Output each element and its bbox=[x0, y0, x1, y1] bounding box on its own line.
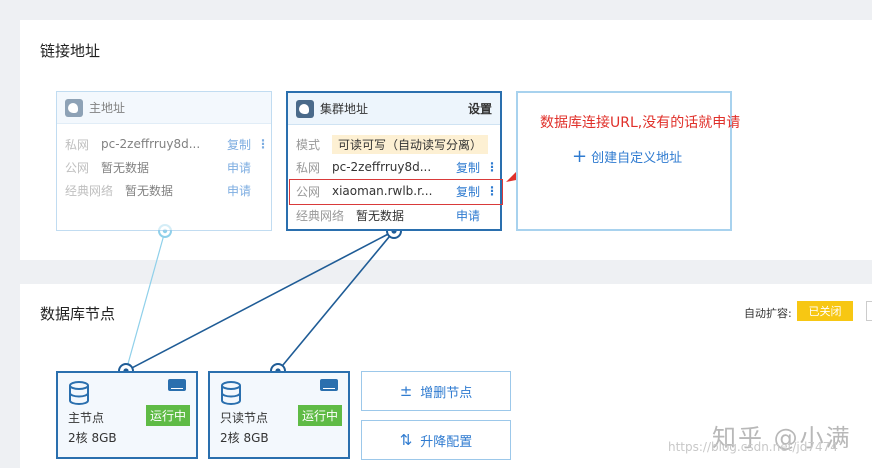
settings-link[interactable]: 设置 bbox=[468, 100, 492, 117]
cluster-card-header: 集群地址 设置 bbox=[288, 93, 500, 125]
primary-private-row: 私网 pc-2zeffrruy8d... 复制 ⋮ bbox=[65, 134, 269, 154]
cluster-to-primary-line bbox=[125, 230, 395, 372]
primary-address-card: 主地址 私网 pc-2zeffrruy8d... 复制 ⋮ 公网 暂无数据 申请… bbox=[56, 91, 272, 231]
node-name: 主节点 bbox=[68, 411, 105, 425]
auto-scale-toggle[interactable]: 已关闭 bbox=[797, 301, 853, 321]
apply-link[interactable]: 申请 bbox=[227, 159, 251, 176]
db-logo-icon bbox=[65, 98, 83, 117]
primary-classic-row: 经典网络 暂无数据 申请 bbox=[65, 180, 263, 200]
primary-card-header: 主地址 bbox=[57, 92, 271, 124]
primary-link-line bbox=[125, 230, 166, 372]
row-key: 经典网络 bbox=[65, 183, 114, 198]
row-key: 公网 bbox=[65, 160, 90, 175]
row-value: pc-2zeffrruy8d... bbox=[101, 137, 201, 151]
url-watermark: https://blog.csdn.net/jd7474 bbox=[668, 440, 838, 454]
node-spec: 2核 8GB bbox=[68, 431, 117, 445]
row-key: 经典网络 bbox=[296, 208, 345, 223]
create-custom-address-link[interactable]: + 创建自定义地址 bbox=[572, 147, 682, 166]
scale-config-button[interactable]: ⇅ 升降配置 bbox=[361, 420, 511, 460]
row-key: 私网 bbox=[65, 137, 90, 152]
scale-icon: ⇅ bbox=[399, 431, 413, 449]
primary-public-row: 公网 暂无数据 申请 bbox=[65, 157, 263, 177]
readonly-node-card[interactable]: 只读节点 2核 8GB 运行中 bbox=[208, 371, 350, 459]
monitor-icon[interactable] bbox=[320, 379, 338, 391]
cluster-to-readonly-line bbox=[277, 230, 395, 372]
more-icon[interactable]: ⋮ bbox=[486, 160, 498, 174]
primary-node-card[interactable]: 主节点 2核 8GB 运行中 bbox=[56, 371, 198, 459]
node-spec: 2核 8GB bbox=[220, 431, 269, 445]
cluster-private-row: 私网 pc-2zeffrruy8d... 复制 ⋮ bbox=[296, 157, 498, 177]
row-value: 暂无数据 bbox=[356, 208, 405, 223]
copy-link[interactable]: 复制 bbox=[227, 136, 251, 153]
db-logo-icon bbox=[296, 99, 314, 118]
create-custom-label: 创建自定义地址 bbox=[591, 151, 683, 166]
public-url-highlight bbox=[289, 179, 503, 205]
mode-value: 可读可写（自动读写分离） bbox=[332, 134, 489, 154]
row-value: 暂无数据 bbox=[101, 160, 150, 175]
database-icon bbox=[69, 381, 89, 405]
apply-link[interactable]: 申请 bbox=[227, 182, 251, 199]
row-value: pc-2zeffrruy8d... bbox=[332, 160, 432, 174]
copy-link[interactable]: 复制 bbox=[456, 159, 480, 176]
database-icon bbox=[221, 381, 241, 405]
status-badge: 运行中 bbox=[297, 405, 342, 426]
node-name: 只读节点 bbox=[220, 411, 269, 425]
scale-label: 升降配置 bbox=[420, 434, 473, 450]
row-key: 私网 bbox=[296, 160, 321, 175]
monitor-icon[interactable] bbox=[168, 379, 186, 391]
apply-link[interactable]: 申请 bbox=[456, 207, 480, 224]
status-badge: 运行中 bbox=[145, 405, 190, 426]
cluster-card-title: 集群地址 bbox=[320, 102, 369, 116]
annotation-text: 数据库连接URL,没有的话就申请 bbox=[540, 115, 741, 131]
cluster-classic-row: 经典网络 暂无数据 申请 bbox=[296, 205, 492, 225]
auto-scale-label: 自动扩容: bbox=[744, 307, 792, 320]
add-remove-icon: ± bbox=[399, 382, 413, 400]
add-remove-nodes-button[interactable]: ± 增删节点 bbox=[361, 371, 511, 411]
cluster-mode-row: 模式 可读可写（自动读写分离） bbox=[296, 134, 492, 154]
row-value: 暂无数据 bbox=[125, 183, 174, 198]
cluster-address-card: 集群地址 设置 模式 可读可写（自动读写分离） 私网 pc-2zeffrruy8… bbox=[286, 91, 502, 231]
plus-icon: + bbox=[572, 145, 588, 167]
auto-scale-extra-button[interactable] bbox=[866, 301, 872, 321]
primary-card-title: 主地址 bbox=[89, 101, 126, 115]
add-remove-label: 增删节点 bbox=[420, 385, 473, 401]
more-icon[interactable]: ⋮ bbox=[257, 137, 269, 151]
row-key: 模式 bbox=[296, 137, 321, 152]
